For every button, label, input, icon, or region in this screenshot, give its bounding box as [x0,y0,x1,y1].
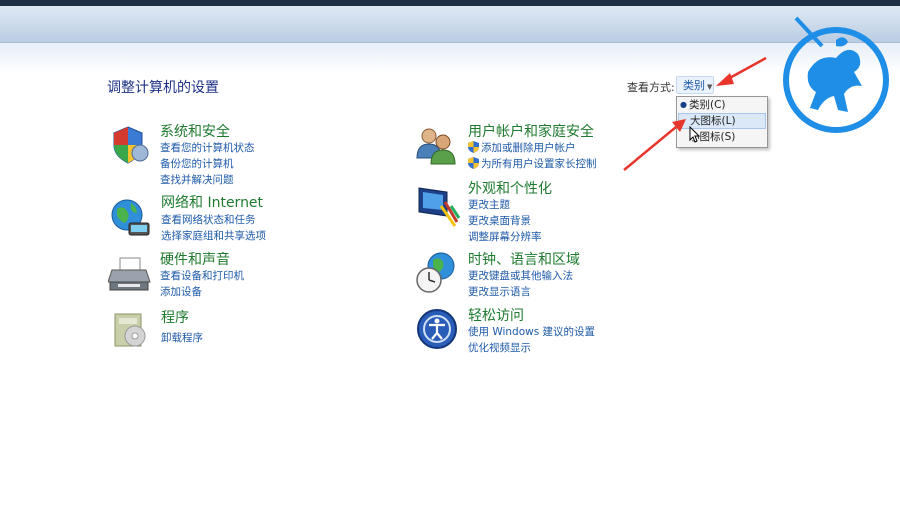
annotation-arrows [623,56,767,171]
knight-logo-watermark [783,16,889,133]
annotation-arrow-icon [623,119,686,171]
annotation-arrow-icon [716,56,767,86]
